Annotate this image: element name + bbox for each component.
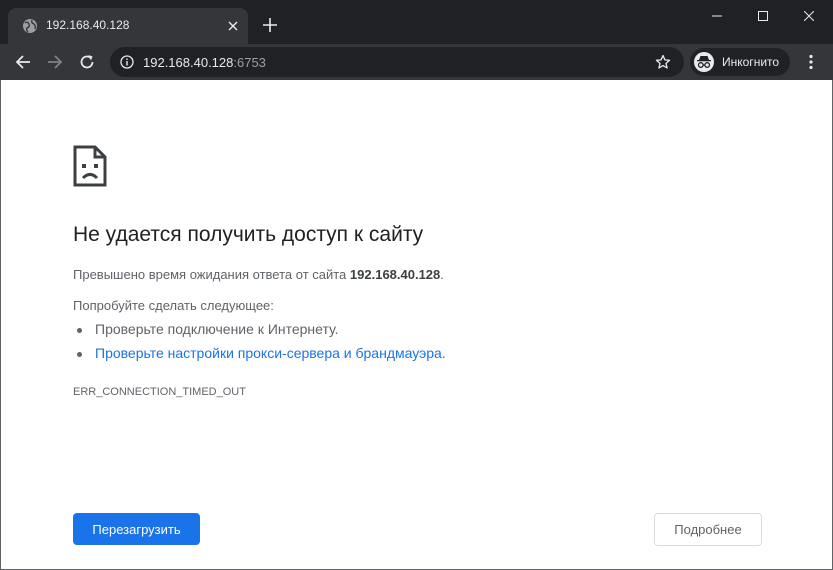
more-vertical-icon [809,54,813,70]
suggestions-heading: Попробуйте сделать следующее: [73,298,274,313]
url-text[interactable]: 192.168.40.128:6753 [143,55,266,70]
error-description-prefix: Превышено время ожидания ответа от сайта [73,267,350,282]
browser-tab[interactable]: 192.168.40.128 [8,8,248,44]
info-icon[interactable] [120,55,134,69]
window-border-left [0,80,1,570]
new-tab-button[interactable] [260,15,280,35]
incognito-label: Инкогнито [722,55,780,69]
reload-toolbar-button[interactable] [73,48,101,76]
url-host: 192.168.40.128 [143,55,234,70]
error-description-suffix: . [440,267,444,282]
error-title: Не удается получить доступ к сайту [73,223,424,246]
minimize-button[interactable] [694,0,740,32]
sad-page-icon [73,145,107,187]
address-bar[interactable]: 192.168.40.128:6753 [110,47,684,77]
incognito-indicator[interactable]: Инкогнито [690,48,790,76]
maximize-button[interactable] [740,0,786,32]
error-host: 192.168.40.128 [349,267,441,282]
close-icon [804,11,814,21]
suggestion-check-connection: Проверьте подключение к Интернету. [77,321,339,337]
browser-toolbar: 192.168.40.128:6753 Инкогнито [0,44,833,80]
url-port: :6753 [233,55,266,70]
globe-icon [22,18,38,34]
title-bar: 192.168.40.128 [0,0,833,44]
suggestion-period: . [441,345,446,361]
details-button[interactable]: Подробнее [654,513,762,546]
arrow-left-icon [15,55,30,69]
window-close-button[interactable] [786,0,832,32]
suggestion-check-proxy-text[interactable]: Проверьте настройки прокси-сервера и бра… [95,345,442,361]
error-description: Превышено время ожидания ответа от сайта… [73,267,444,282]
back-button[interactable] [9,48,37,76]
error-code: ERR_CONNECTION_TIMED_OUT [73,386,246,398]
reload-button[interactable]: Перезагрузить [73,513,200,545]
arrow-right-icon [48,55,63,69]
plus-icon [263,18,277,32]
maximize-icon [758,11,768,21]
incognito-icon [694,52,714,72]
error-page: Не удается получить доступ к сайту Превы… [1,80,832,569]
reload-icon [80,55,94,69]
bookmark-star-icon[interactable] [655,54,671,70]
tab-title: 192.168.40.128 [46,18,130,32]
forward-button[interactable] [41,48,69,76]
suggestion-check-proxy-link[interactable]: Проверьте настройки прокси-сервера и бра… [77,345,446,361]
menu-button[interactable] [797,48,825,76]
tab-close-icon[interactable] [224,17,242,35]
minimize-icon [712,15,722,17]
